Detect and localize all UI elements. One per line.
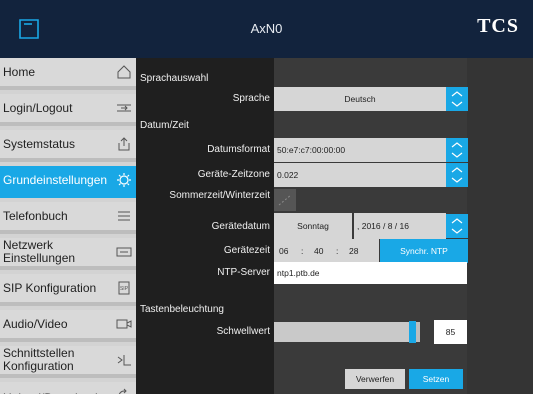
- language-stepper[interactable]: [446, 87, 468, 111]
- time-hour: 06: [279, 246, 289, 256]
- section-language-heading: Sprachauswahl: [140, 73, 209, 84]
- date-format-stepper[interactable]: [446, 138, 468, 162]
- apply-button[interactable]: Setzen: [409, 369, 463, 389]
- sidebar-item-upload-download[interactable]: Upload/Download: [0, 382, 136, 394]
- sidebar-item-login-logout[interactable]: Login/Logout: [0, 94, 136, 126]
- dst-checkbox[interactable]: [274, 189, 296, 211]
- sidebar-item-label: Upload/Download: [3, 384, 113, 394]
- sidebar-item-telefonbuch[interactable]: Telefonbuch: [0, 202, 136, 234]
- threshold-value-field[interactable]: 85: [434, 320, 467, 344]
- sidebar-item-label: Schnittstellen Konfiguration: [3, 346, 75, 373]
- sidebar-item-schnittstellen[interactable]: Schnittstellen Konfiguration: [0, 346, 136, 378]
- sidebar-item-label: Login/Logout: [3, 100, 73, 115]
- time-separator: :: [336, 246, 339, 256]
- gear-icon: [116, 172, 132, 188]
- sidebar-item-label: Home: [3, 64, 36, 79]
- threshold-slider-handle[interactable]: [409, 321, 416, 343]
- app-window: AxN0 TCS Home Login/Logout Systemstatus …: [0, 0, 533, 394]
- sidebar-item-label: Audio/Video: [3, 316, 68, 331]
- language-select[interactable]: Deutsch: [274, 87, 446, 111]
- timezone-field[interactable]: 0.022: [274, 163, 446, 187]
- device-date-value[interactable]: , 2016 / 8 / 16: [354, 213, 446, 239]
- section-datetime-heading: Datum/Zeit: [140, 120, 189, 131]
- sidebar-item-label: Netzwerk Einstellungen: [3, 238, 76, 265]
- export-icon: [116, 136, 132, 152]
- dst-label: Sommerzeit/Winterzeit: [169, 190, 270, 201]
- home-icon: [116, 64, 132, 80]
- title-bar: AxN0 TCS: [0, 0, 533, 58]
- interface-icon: [116, 352, 132, 368]
- language-label: Sprache: [232, 93, 270, 104]
- device-time-field[interactable]: 06 : 40 : 28: [274, 239, 379, 263]
- svg-text:SIP: SIP: [120, 286, 129, 292]
- side-column: [467, 58, 533, 394]
- date-format-field[interactable]: 50:e7:c7:00:00:00: [274, 138, 446, 162]
- device-date-label: Gerätedatum: [211, 221, 270, 232]
- refresh-icon: [116, 388, 132, 394]
- sidebar-item-label: SIP Konfiguration: [3, 280, 97, 295]
- page-title: AxN0: [250, 21, 283, 36]
- sidebar-item-grundeinstellungen[interactable]: Grundeinstellungen: [0, 166, 136, 198]
- threshold-slider-fill: [274, 322, 409, 342]
- device-date-stepper[interactable]: [446, 214, 468, 238]
- time-minute: 40: [314, 246, 324, 256]
- ntp-server-label: NTP-Server: [217, 267, 270, 278]
- sync-ntp-button[interactable]: Synchr. NTP: [380, 239, 468, 263]
- threshold-slider-track[interactable]: [274, 321, 420, 343]
- device-date-weekday[interactable]: Sonntag: [274, 213, 352, 239]
- settings-panel: Sprachauswahl Sprache Deutsch Datum/Zeit…: [136, 58, 533, 394]
- brand-logo: TCS: [477, 15, 519, 37]
- sidebar-item-systemstatus[interactable]: Systemstatus: [0, 130, 136, 162]
- chevron-up-icon: [451, 91, 463, 97]
- sidebar-item-sip-konfiguration[interactable]: SIP Konfiguration SIP: [0, 274, 136, 306]
- ntp-server-input[interactable]: ntp1.ptb.de: [274, 262, 467, 284]
- list-icon: [116, 208, 132, 224]
- network-icon: [116, 244, 132, 260]
- time-second: 28: [349, 246, 359, 256]
- camera-icon: [116, 316, 132, 332]
- timezone-label: Geräte-Zeitzone: [197, 169, 270, 180]
- section-backlight-heading: Tastenbeleuchtung: [140, 304, 224, 315]
- threshold-label: Schwellwert: [216, 326, 270, 337]
- sidebar-item-label: Telefonbuch: [3, 208, 68, 223]
- time-separator: :: [301, 246, 304, 256]
- login-icon: [116, 100, 132, 116]
- discard-button[interactable]: Verwerfen: [345, 369, 405, 389]
- sidebar-item-home[interactable]: Home: [0, 58, 136, 90]
- device-time-label: Gerätezeit: [223, 245, 270, 256]
- sidebar-item-label: Systemstatus: [3, 136, 76, 151]
- sidebar-item-label: Grundeinstellungen: [3, 172, 108, 187]
- sip-icon: SIP: [116, 280, 132, 296]
- date-format-label: Datumsformat: [207, 144, 270, 155]
- timezone-stepper[interactable]: [446, 163, 468, 187]
- chevron-down-icon: [451, 101, 463, 107]
- sidebar-item-audio-video[interactable]: Audio/Video: [0, 310, 136, 342]
- sidebar: Home Login/Logout Systemstatus Grundeins…: [0, 58, 136, 394]
- sidebar-item-netzwerk[interactable]: Netzwerk Einstellungen: [0, 238, 136, 270]
